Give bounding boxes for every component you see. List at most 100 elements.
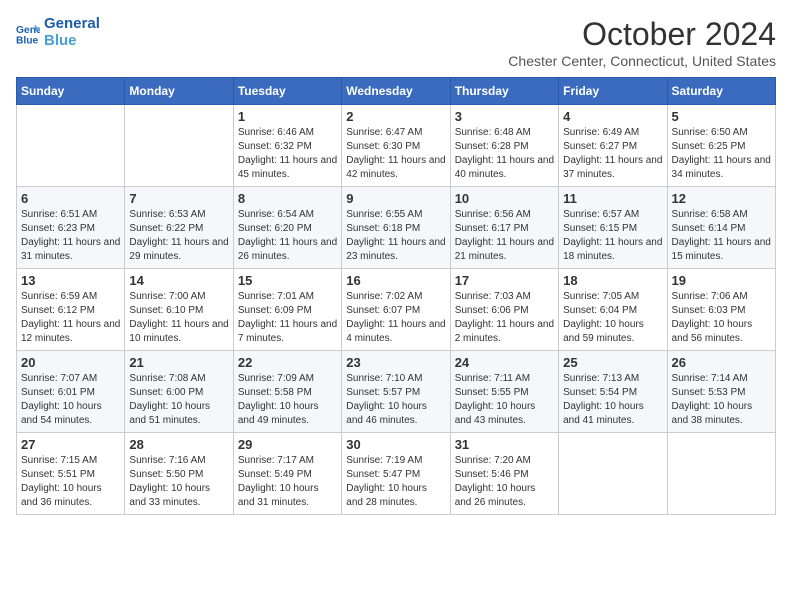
day-info: Sunrise: 7:08 AM Sunset: 6:00 PM Dayligh…	[129, 372, 228, 428]
calendar-cell: 17Sunrise: 7:03 AM Sunset: 6:06 PM Dayli…	[450, 269, 558, 351]
day-number: 16	[346, 273, 445, 288]
title-block: October 2024 Chester Center, Connecticut…	[508, 16, 776, 69]
day-info: Sunrise: 6:53 AM Sunset: 6:22 PM Dayligh…	[129, 208, 228, 264]
calendar-table: SundayMondayTuesdayWednesdayThursdayFrid…	[16, 77, 776, 515]
day-info: Sunrise: 6:59 AM Sunset: 6:12 PM Dayligh…	[21, 290, 120, 346]
day-info: Sunrise: 7:20 AM Sunset: 5:46 PM Dayligh…	[455, 454, 554, 510]
day-number: 18	[563, 273, 662, 288]
day-info: Sunrise: 7:00 AM Sunset: 6:10 PM Dayligh…	[129, 290, 228, 346]
calendar-cell	[667, 433, 775, 515]
day-info: Sunrise: 7:11 AM Sunset: 5:55 PM Dayligh…	[455, 372, 554, 428]
calendar-cell	[17, 105, 125, 187]
calendar-cell: 15 Sunrise: 7:01 AM Sunset: 6:09 PM Dayli…	[233, 269, 341, 351]
day-info: Sunrise: 7:16 AM Sunset: 5:50 PM Dayligh…	[129, 454, 228, 510]
day-number: 13	[21, 273, 120, 288]
day-number: 4	[563, 109, 662, 124]
day-info: Sunrise: 6:49 AM Sunset: 6:27 PM Dayligh…	[563, 126, 662, 182]
day-info: Sunrise: 7:15 AM Sunset: 5:51 PM Dayligh…	[21, 454, 120, 510]
day-number: 28	[129, 437, 228, 452]
calendar-cell: 28 Sunrise: 7:16 AM Sunset: 5:50 PM Dayli…	[125, 433, 233, 515]
calendar-cell: 23 Sunrise: 7:10 AM Sunset: 5:57 PM Dayli…	[342, 351, 450, 433]
day-of-week-header: Monday	[125, 78, 233, 105]
day-info: Sunrise: 6:51 AM Sunset: 6:23 PM Dayligh…	[21, 208, 120, 264]
location-subtitle: Chester Center, Connecticut, United Stat…	[508, 53, 776, 69]
day-number: 11	[563, 191, 662, 206]
calendar-cell: 27Sunrise: 7:15 AM Sunset: 5:51 PM Dayli…	[17, 433, 125, 515]
calendar-cell: 8 Sunrise: 6:54 AM Sunset: 6:20 PM Daylig…	[233, 187, 341, 269]
calendar-cell: 4 Sunrise: 6:49 AM Sunset: 6:27 PM Daylig…	[559, 105, 667, 187]
day-number: 1	[238, 109, 337, 124]
calendar-cell: 29 Sunrise: 7:17 AM Sunset: 5:49 PM Dayli…	[233, 433, 341, 515]
day-info: Sunrise: 6:58 AM Sunset: 6:14 PM Dayligh…	[672, 208, 771, 264]
day-info: Sunrise: 7:05 AM Sunset: 6:04 PM Dayligh…	[563, 290, 662, 346]
calendar-cell: 18 Sunrise: 7:05 AM Sunset: 6:04 PM Dayli…	[559, 269, 667, 351]
calendar-week-row: 20Sunrise: 7:07 AM Sunset: 6:01 PM Dayli…	[17, 351, 776, 433]
day-info: Sunrise: 7:17 AM Sunset: 5:49 PM Dayligh…	[238, 454, 337, 510]
day-number: 24	[455, 355, 554, 370]
day-info: Sunrise: 7:13 AM Sunset: 5:54 PM Dayligh…	[563, 372, 662, 428]
day-info: Sunrise: 7:19 AM Sunset: 5:47 PM Dayligh…	[346, 454, 445, 510]
day-number: 31	[455, 437, 554, 452]
day-info: Sunrise: 7:01 AM Sunset: 6:09 PM Dayligh…	[238, 290, 337, 346]
day-info: Sunrise: 6:50 AM Sunset: 6:25 PM Dayligh…	[672, 126, 771, 182]
day-number: 12	[672, 191, 771, 206]
day-number: 6	[21, 191, 120, 206]
calendar-cell: 31 Sunrise: 7:20 AM Sunset: 5:46 PM Dayli…	[450, 433, 558, 515]
day-number: 17	[455, 273, 554, 288]
day-number: 3	[455, 109, 554, 124]
calendar-cell	[125, 105, 233, 187]
day-number: 9	[346, 191, 445, 206]
day-number: 20	[21, 355, 120, 370]
calendar-week-row: 27Sunrise: 7:15 AM Sunset: 5:51 PM Dayli…	[17, 433, 776, 515]
logo: General Blue General Blue	[16, 16, 100, 49]
day-number: 19	[672, 273, 771, 288]
calendar-cell: 30 Sunrise: 7:19 AM Sunset: 5:47 PM Dayli…	[342, 433, 450, 515]
calendar-cell: 7 Sunrise: 6:53 AM Sunset: 6:22 PM Daylig…	[125, 187, 233, 269]
calendar-week-row: 6 Sunrise: 6:51 AM Sunset: 6:23 PM Daylig…	[17, 187, 776, 269]
day-number: 25	[563, 355, 662, 370]
calendar-cell: 1 Sunrise: 6:46 AM Sunset: 6:32 PM Daylig…	[233, 105, 341, 187]
day-number: 21	[129, 355, 228, 370]
day-info: Sunrise: 6:47 AM Sunset: 6:30 PM Dayligh…	[346, 126, 445, 182]
calendar-cell: 3 Sunrise: 6:48 AM Sunset: 6:28 PM Daylig…	[450, 105, 558, 187]
day-number: 29	[238, 437, 337, 452]
logo-icon: General Blue	[16, 21, 40, 45]
day-of-week-header: Friday	[559, 78, 667, 105]
page-header: General Blue General Blue October 2024 C…	[16, 16, 776, 69]
day-info: Sunrise: 6:54 AM Sunset: 6:20 PM Dayligh…	[238, 208, 337, 264]
calendar-cell: 12 Sunrise: 6:58 AM Sunset: 6:14 PM Dayli…	[667, 187, 775, 269]
calendar-cell: 2Sunrise: 6:47 AM Sunset: 6:30 PM Daylig…	[342, 105, 450, 187]
day-of-week-header: Tuesday	[233, 78, 341, 105]
day-number: 26	[672, 355, 771, 370]
logo-line1: General	[44, 16, 100, 33]
calendar-cell: 11Sunrise: 6:57 AM Sunset: 6:15 PM Dayli…	[559, 187, 667, 269]
day-info: Sunrise: 6:55 AM Sunset: 6:18 PM Dayligh…	[346, 208, 445, 264]
day-of-week-header: Sunday	[17, 78, 125, 105]
day-number: 22	[238, 355, 337, 370]
day-info: Sunrise: 6:48 AM Sunset: 6:28 PM Dayligh…	[455, 126, 554, 182]
day-info: Sunrise: 7:10 AM Sunset: 5:57 PM Dayligh…	[346, 372, 445, 428]
day-number: 23	[346, 355, 445, 370]
month-year-title: October 2024	[508, 16, 776, 53]
day-of-week-header: Thursday	[450, 78, 558, 105]
day-info: Sunrise: 6:46 AM Sunset: 6:32 PM Dayligh…	[238, 126, 337, 182]
calendar-header-row: SundayMondayTuesdayWednesdayThursdayFrid…	[17, 78, 776, 105]
calendar-cell: 22 Sunrise: 7:09 AM Sunset: 5:58 PM Dayli…	[233, 351, 341, 433]
day-number: 30	[346, 437, 445, 452]
calendar-cell: 21 Sunrise: 7:08 AM Sunset: 6:00 PM Dayli…	[125, 351, 233, 433]
day-number: 5	[672, 109, 771, 124]
calendar-cell: 14 Sunrise: 7:00 AM Sunset: 6:10 PM Dayli…	[125, 269, 233, 351]
day-number: 14	[129, 273, 228, 288]
calendar-week-row: 1 Sunrise: 6:46 AM Sunset: 6:32 PM Daylig…	[17, 105, 776, 187]
day-info: Sunrise: 7:06 AM Sunset: 6:03 PM Dayligh…	[672, 290, 771, 346]
svg-text:Blue: Blue	[16, 35, 39, 45]
calendar-cell: 5 Sunrise: 6:50 AM Sunset: 6:25 PM Daylig…	[667, 105, 775, 187]
calendar-cell: 9 Sunrise: 6:55 AM Sunset: 6:18 PM Daylig…	[342, 187, 450, 269]
day-number: 15	[238, 273, 337, 288]
day-number: 8	[238, 191, 337, 206]
calendar-cell: 13 Sunrise: 6:59 AM Sunset: 6:12 PM Dayli…	[17, 269, 125, 351]
logo-line2: Blue	[44, 33, 100, 50]
calendar-cell: 24 Sunrise: 7:11 AM Sunset: 5:55 PM Dayli…	[450, 351, 558, 433]
day-info: Sunrise: 7:09 AM Sunset: 5:58 PM Dayligh…	[238, 372, 337, 428]
day-number: 7	[129, 191, 228, 206]
